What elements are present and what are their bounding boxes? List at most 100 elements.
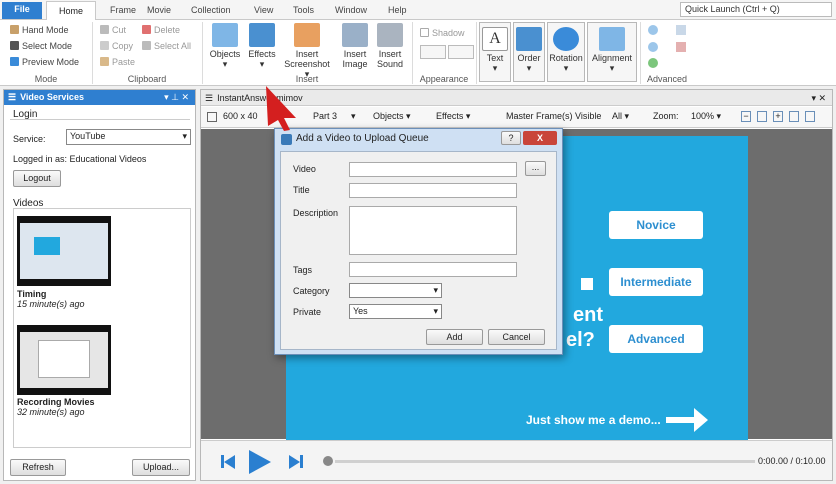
video-thumbnail[interactable]: [17, 325, 111, 395]
alignment-icon: [599, 27, 625, 51]
rotation-button[interactable]: Rotation ▾: [547, 22, 585, 82]
paste-button[interactable]: Paste: [100, 55, 135, 69]
insert-sound-button[interactable]: Insert Sound: [373, 23, 407, 69]
video-list: Timing 15 minute(s) ago Recording Movies…: [13, 208, 191, 448]
copy-button[interactable]: Copy: [100, 39, 133, 53]
browse-button[interactable]: ...: [525, 161, 546, 176]
service-label: Service:: [13, 134, 46, 144]
tab-window[interactable]: Window: [325, 3, 377, 20]
zoom-out-icon[interactable]: −: [741, 111, 751, 122]
quick-launch-input[interactable]: Quick Launch (Ctrl + Q): [680, 2, 832, 17]
slide-text: el?: [566, 329, 595, 351]
category-select[interactable]: ▾: [349, 283, 442, 298]
fit-height-icon[interactable]: [805, 111, 815, 122]
title-label: Title: [293, 185, 310, 195]
part-select[interactable]: Part 3: [313, 111, 337, 121]
advanced-icon[interactable]: [648, 58, 658, 68]
arrow-head-icon: [694, 408, 708, 432]
advanced-icon[interactable]: [676, 25, 686, 35]
video-time: 32 minute(s) ago: [17, 407, 85, 417]
novice-button[interactable]: Novice: [609, 211, 703, 239]
tab-file[interactable]: File: [2, 2, 42, 19]
tags-field[interactable]: [349, 262, 517, 277]
objects-button[interactable]: Objects ▾: [208, 23, 242, 69]
alignment-button[interactable]: Alignment ▾: [587, 22, 637, 82]
paste-icon: [100, 57, 109, 66]
advanced-icon[interactable]: [676, 42, 686, 52]
group-label-clipboard: Clipboard: [127, 74, 167, 84]
master-select[interactable]: All ▾: [612, 111, 629, 122]
insert-screenshot-button[interactable]: Insert Screenshot ▾: [283, 23, 331, 79]
select-all-button[interactable]: Select All: [142, 39, 191, 53]
effects-dropdown[interactable]: Effects ▾: [436, 111, 470, 122]
title-field[interactable]: [349, 183, 517, 198]
video-title: Recording Movies: [17, 397, 95, 407]
checkbox-shape: [581, 278, 593, 290]
intermediate-button[interactable]: Intermediate: [609, 268, 703, 296]
close-button[interactable]: X: [523, 131, 557, 145]
speaker-icon: [377, 23, 403, 47]
description-field[interactable]: [349, 206, 517, 255]
fill-color-dropdown[interactable]: [420, 45, 446, 59]
cut-button[interactable]: Cut: [100, 23, 126, 37]
zoom-select[interactable]: 100% ▾: [691, 111, 721, 122]
logout-button[interactable]: Logout: [13, 170, 61, 187]
video-label: Video: [293, 164, 316, 174]
scissors-icon: [100, 25, 109, 34]
hand-mode-button[interactable]: Hand Mode: [10, 23, 69, 37]
red-pointer-arrow-icon: [266, 86, 296, 131]
progress-track[interactable]: [335, 460, 755, 463]
doc-controls-icon[interactable]: ▾ ✕: [811, 90, 826, 106]
objects-dropdown[interactable]: Objects ▾: [373, 111, 411, 122]
tab-home[interactable]: Home: [46, 1, 96, 21]
add-button[interactable]: Add: [426, 329, 483, 345]
advanced-icon[interactable]: [648, 25, 658, 35]
delete-button[interactable]: Delete: [142, 23, 180, 37]
fit-icon[interactable]: [757, 111, 767, 122]
cursor-icon: [10, 41, 19, 50]
video-field[interactable]: [349, 162, 517, 177]
panel-controls-icon[interactable]: ▾ ⊥ ✕: [164, 90, 189, 105]
category-label: Category: [293, 286, 330, 296]
text-a-icon: A: [482, 27, 508, 51]
service-select[interactable]: YouTube ▾: [66, 129, 191, 145]
select-all-icon: [142, 41, 151, 50]
rotation-icon: [553, 27, 579, 51]
advanced-button[interactable]: Advanced: [609, 325, 703, 353]
screenshot-icon: [294, 23, 320, 47]
text-button[interactable]: A Text ▾: [479, 22, 511, 82]
cancel-button[interactable]: Cancel: [488, 329, 545, 345]
zoom-in-icon[interactable]: +: [773, 111, 783, 122]
video-services-panel: ☰ Video Services ▾ ⊥ ✕ Login Service: YouT…: [3, 89, 196, 481]
line-color-dropdown[interactable]: [448, 45, 474, 59]
video-time: 15 minute(s) ago: [17, 299, 85, 309]
insert-image-button[interactable]: Insert Image: [338, 23, 372, 69]
advanced-icon[interactable]: [648, 42, 658, 52]
select-mode-button[interactable]: Select Mode: [10, 39, 72, 53]
effects-button[interactable]: Effects ▾: [245, 23, 279, 69]
progress-thumb-icon[interactable]: [323, 456, 333, 466]
demo-link[interactable]: Just show me a demo...: [526, 413, 661, 427]
tab-collection[interactable]: Collection: [181, 3, 241, 20]
skip-forward-icon[interactable]: [289, 455, 300, 469]
master-frames-label: Master Frame(s) Visible: [506, 111, 602, 121]
help-button[interactable]: ?: [501, 131, 521, 145]
video-thumbnail[interactable]: [17, 216, 111, 286]
play-button-icon[interactable]: [249, 450, 271, 474]
tab-movie[interactable]: Movie: [137, 3, 181, 20]
tab-tools[interactable]: Tools: [283, 3, 324, 20]
tab-view[interactable]: View: [244, 3, 283, 20]
shadow-checkbox[interactable]: Shadow: [420, 26, 465, 40]
tags-label: Tags: [293, 265, 313, 275]
preview-mode-button[interactable]: Preview Mode: [10, 55, 79, 69]
upload-button[interactable]: Upload...: [132, 459, 190, 476]
refresh-button[interactable]: Refresh: [10, 459, 66, 476]
fit-width-icon[interactable]: [789, 111, 799, 122]
resize-icon[interactable]: [207, 112, 217, 122]
private-select[interactable]: Yes ▾: [349, 304, 442, 319]
zoom-label: Zoom:: [653, 111, 679, 121]
order-button[interactable]: Order ▾: [513, 22, 545, 82]
slide-text: ent: [573, 304, 603, 326]
effects-icon: [249, 23, 275, 47]
tab-help[interactable]: Help: [378, 3, 417, 20]
